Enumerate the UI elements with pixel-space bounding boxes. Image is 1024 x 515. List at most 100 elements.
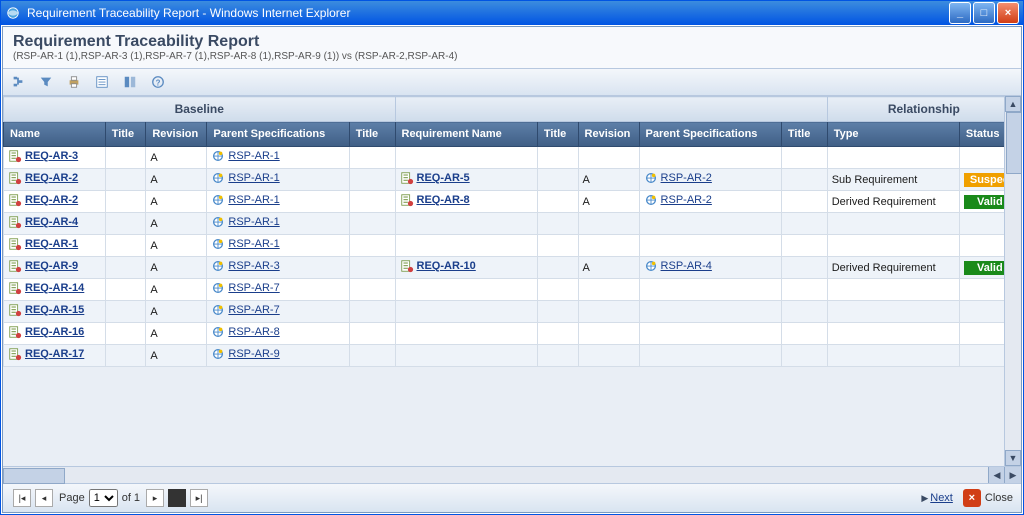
scroll-thumb[interactable]	[1006, 112, 1021, 174]
spec-link[interactable]: RSP-AR-1	[228, 150, 279, 162]
scroll-up-icon[interactable]: ▲	[1005, 96, 1021, 112]
requirement-link[interactable]: REQ-AR-14	[25, 282, 84, 294]
col-revision[interactable]: Revision	[146, 122, 207, 147]
hscroll-right-icon[interactable]: ▶	[1004, 467, 1021, 483]
cell-req-revision: A	[578, 169, 639, 191]
traceability-table: Baseline Relationship Name Title Revisio…	[3, 96, 1021, 367]
spec-link[interactable]: RSP-AR-9	[228, 348, 279, 360]
table-row[interactable]: REQ-AR-16ARSP-AR-8	[4, 323, 1021, 345]
window-minimize-button[interactable]: _	[949, 2, 971, 24]
requirement-link[interactable]: REQ-AR-10	[417, 260, 476, 272]
requirement-link[interactable]: REQ-AR-15	[25, 304, 84, 316]
page-next-button[interactable]: ▸	[146, 489, 164, 507]
cell-baseline-parent-title	[349, 191, 395, 213]
spec-link[interactable]: RSP-AR-3	[228, 260, 279, 272]
next-link[interactable]: Next	[930, 492, 953, 504]
titlebar: Requirement Traceability Report - Window…	[1, 1, 1023, 25]
requirement-link[interactable]: REQ-AR-8	[417, 194, 470, 206]
table-row[interactable]: REQ-AR-1ARSP-AR-1	[4, 235, 1021, 257]
cell-req-title	[537, 191, 578, 213]
cell-baseline-parent: RSP-AR-1	[207, 147, 349, 169]
page-select[interactable]: 1	[89, 489, 118, 507]
requirement-link[interactable]: REQ-AR-2	[25, 194, 78, 206]
cell-req-parent-title	[781, 301, 827, 323]
spec-link[interactable]: RSP-AR-1	[228, 194, 279, 206]
col-req-parent[interactable]: Parent Specifications	[639, 122, 781, 147]
scroll-down-icon[interactable]: ▼	[1005, 450, 1021, 466]
requirement-link[interactable]: REQ-AR-1	[25, 238, 78, 250]
table-row[interactable]: REQ-AR-9ARSP-AR-3REQ-AR-10ARSP-AR-4Deriv…	[4, 257, 1021, 279]
page-first-button[interactable]: |◂	[13, 489, 31, 507]
cell-req-parent-title	[781, 345, 827, 367]
page-end-button[interactable]: ▸|	[190, 489, 208, 507]
page-title: Requirement Traceability Report	[13, 33, 1011, 51]
col-req-parent-title[interactable]: Title	[781, 122, 827, 147]
spec-link[interactable]: RSP-AR-1	[228, 238, 279, 250]
cell-baseline-name: REQ-AR-9	[4, 257, 106, 279]
cell-baseline-title	[105, 213, 146, 235]
columns-icon[interactable]	[121, 73, 139, 91]
col-req-revision[interactable]: Revision	[578, 122, 639, 147]
cell-baseline-revision: A	[146, 279, 207, 301]
page-last-button[interactable]	[168, 489, 186, 507]
table-row[interactable]: REQ-AR-2ARSP-AR-1REQ-AR-5ARSP-AR-2Sub Re…	[4, 169, 1021, 191]
hscroll-thumb[interactable]	[3, 468, 65, 484]
requirement-link[interactable]: REQ-AR-2	[25, 172, 78, 184]
spec-link[interactable]: RSP-AR-2	[661, 172, 712, 184]
cell-baseline-parent-title	[349, 257, 395, 279]
spec-link[interactable]: RSP-AR-7	[228, 304, 279, 316]
col-parent-title[interactable]: Title	[349, 122, 395, 147]
table-row[interactable]: REQ-AR-3ARSP-AR-1	[4, 147, 1021, 169]
filter-icon[interactable]	[37, 73, 55, 91]
requirement-link[interactable]: REQ-AR-17	[25, 348, 84, 360]
col-req-name[interactable]: Requirement Name	[395, 122, 537, 147]
requirement-link[interactable]: REQ-AR-3	[25, 150, 78, 162]
window-close-button[interactable]: ×	[997, 2, 1019, 24]
help-icon[interactable]: ?	[149, 73, 167, 91]
spec-link[interactable]: RSP-AR-1	[228, 216, 279, 228]
spec-link[interactable]: RSP-AR-8	[228, 326, 279, 338]
svg-text:?: ?	[156, 79, 161, 88]
cell-baseline-parent-title	[349, 279, 395, 301]
col-rel-type[interactable]: Type	[827, 122, 959, 147]
cell-baseline-parent-title	[349, 301, 395, 323]
spec-link[interactable]: RSP-AR-4	[661, 260, 712, 272]
hscroll-left-icon[interactable]: ◀	[988, 467, 1005, 483]
table-row[interactable]: REQ-AR-14 A RSP-AR-7	[4, 279, 1021, 301]
cell-rel-type	[827, 235, 959, 257]
cell-req-name	[395, 279, 537, 301]
horizontal-scrollbar[interactable]: ◀ ▶	[3, 466, 1021, 483]
cell-req-parent-title	[781, 257, 827, 279]
cell-req-parent-title	[781, 191, 827, 213]
content-area: Requirement Traceability Report (RSP-AR-…	[2, 26, 1022, 513]
group-header-relationship: Relationship	[827, 97, 1020, 122]
col-req-title[interactable]: Title	[537, 122, 578, 147]
window-maximize-button[interactable]: □	[973, 2, 995, 24]
requirement-link[interactable]: REQ-AR-5	[417, 172, 470, 184]
requirement-link[interactable]: REQ-AR-9	[25, 260, 78, 272]
cell-rel-type	[827, 147, 959, 169]
spec-link[interactable]: RSP-AR-7	[228, 282, 279, 294]
spec-link[interactable]: RSP-AR-2	[661, 194, 712, 206]
vertical-scrollbar[interactable]: ▲ ▼	[1004, 96, 1021, 466]
cell-req-title	[537, 235, 578, 257]
export-icon[interactable]	[93, 73, 111, 91]
group-header-right	[395, 97, 827, 122]
tree-icon[interactable]	[9, 73, 27, 91]
print-icon[interactable]	[65, 73, 83, 91]
table-row[interactable]: REQ-AR-15ARSP-AR-7	[4, 301, 1021, 323]
spec-link[interactable]: RSP-AR-1	[228, 172, 279, 184]
col-parent-spec[interactable]: Parent Specifications	[207, 122, 349, 147]
requirement-link[interactable]: REQ-AR-4	[25, 216, 78, 228]
cell-rel-type: Derived Requirement	[827, 191, 959, 213]
table-row[interactable]: REQ-AR-2ARSP-AR-1REQ-AR-8ARSP-AR-2Derive…	[4, 191, 1021, 213]
page-prev-button[interactable]: ◂	[35, 489, 53, 507]
col-name[interactable]: Name	[4, 122, 106, 147]
close-button[interactable]: × Close	[963, 489, 1013, 507]
cell-rel-type	[827, 323, 959, 345]
requirement-link[interactable]: REQ-AR-16	[25, 326, 84, 338]
table-row[interactable]: REQ-AR-4ARSP-AR-1	[4, 213, 1021, 235]
table-row[interactable]: REQ-AR-17ARSP-AR-9	[4, 345, 1021, 367]
col-title[interactable]: Title	[105, 122, 146, 147]
cell-baseline-name: REQ-AR-2	[4, 169, 106, 191]
